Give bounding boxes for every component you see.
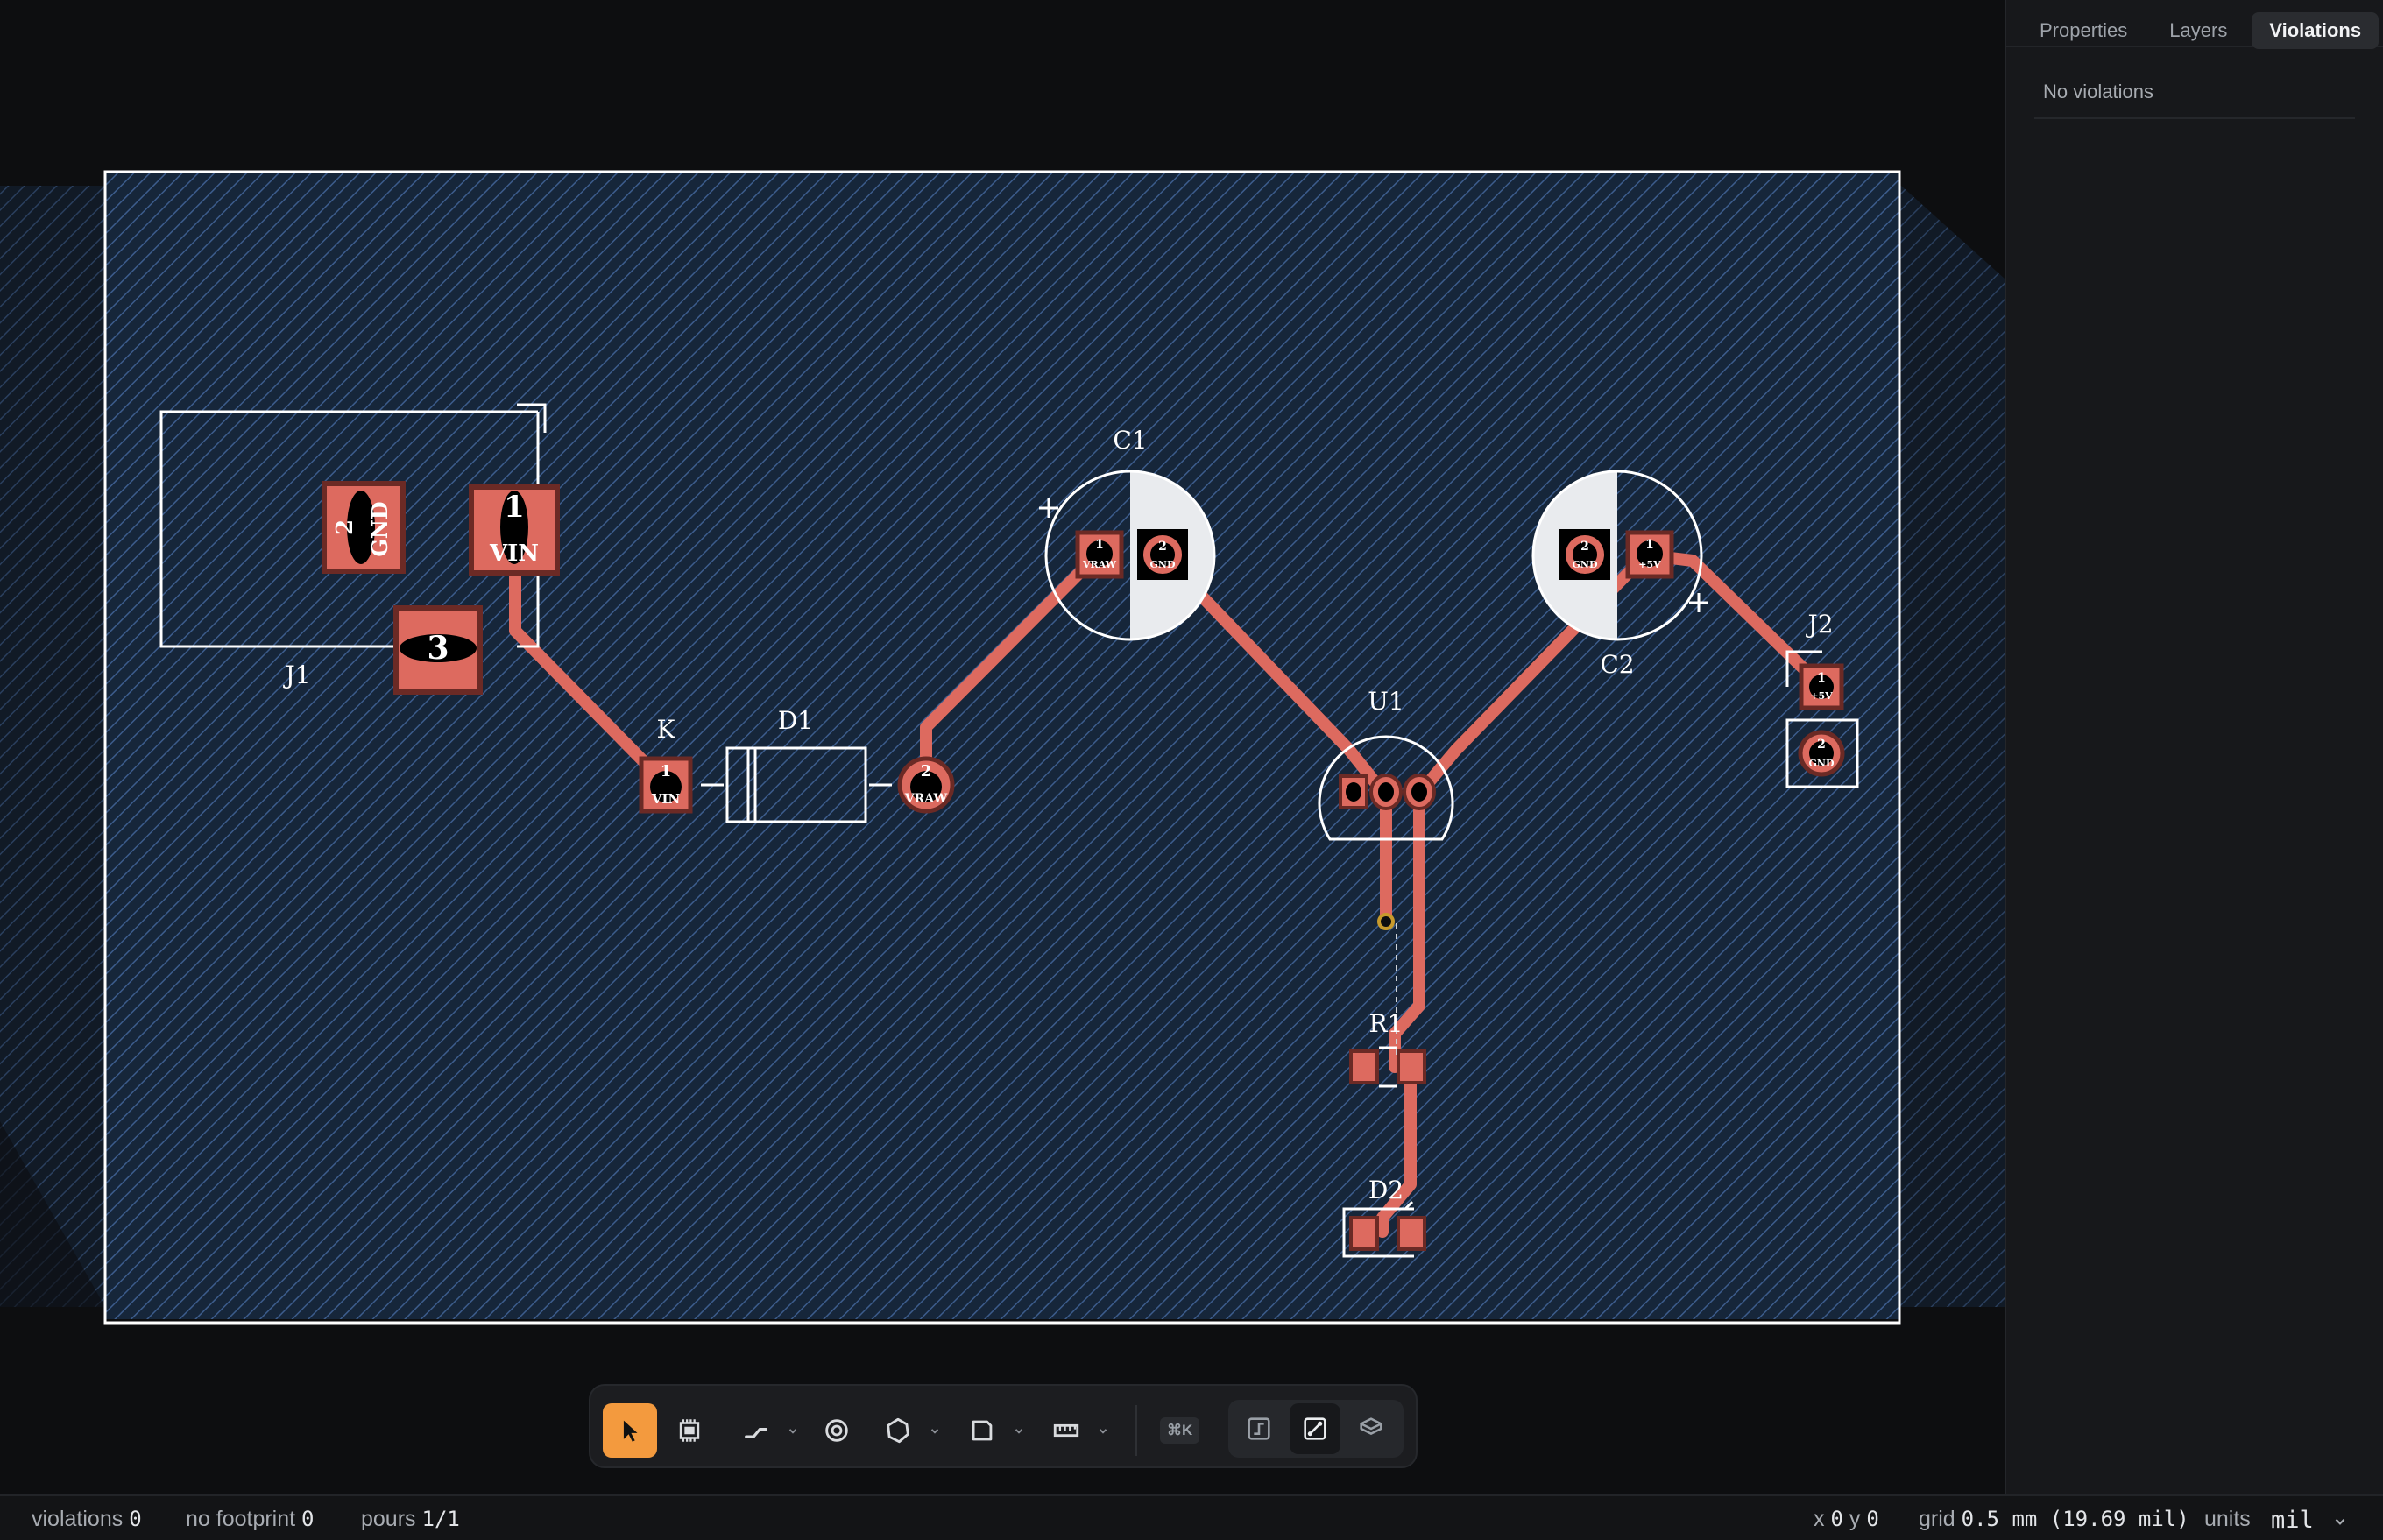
- status-bar: violations 0 no footprint 0 pours 1/1 x …: [0, 1494, 2383, 1540]
- svg-text:1: 1: [1817, 671, 1826, 685]
- svg-text:+5V: +5V: [1810, 690, 1833, 702]
- route-icon: [745, 1428, 767, 1438]
- via-icon: [825, 1419, 848, 1442]
- toolbar-divider: [1135, 1405, 1137, 1456]
- d1-pad-2[interactable]: 2 VRAW: [897, 756, 955, 814]
- c2-pad-2[interactable]: 2 GND: [1559, 529, 1610, 580]
- c2-pad-1[interactable]: 1 +5V: [1625, 530, 1674, 579]
- r1-label: R1: [1369, 1009, 1404, 1038]
- chevron-down-icon: [788, 1429, 797, 1434]
- svg-text:1: 1: [1095, 538, 1104, 552]
- panel-tabs: Properties Layers Violations: [2006, 0, 2383, 49]
- chip-icon: [679, 1419, 700, 1442]
- ruler-icon: [1053, 1423, 1079, 1438]
- k-label: K: [657, 715, 676, 744]
- footprint-tool-button[interactable]: [662, 1403, 717, 1458]
- svg-text:2: 2: [1580, 540, 1589, 554]
- pours-status[interactable]: pours 1/1: [361, 1507, 460, 1532]
- pcb-canvas[interactable]: J1 2 GND 1 VIN 3 K 1 VIN D1 2 VRAW C1 1 …: [0, 0, 2005, 1494]
- j1-pad-3[interactable]: 3: [393, 605, 483, 695]
- side-panel: Properties Layers Violations No violatio…: [2005, 0, 2383, 1494]
- j1-label: J1: [282, 661, 310, 689]
- pour-tool-button[interactable]: [871, 1403, 925, 1458]
- tool-palette: ⌘K: [589, 1384, 1418, 1468]
- schematic-view-button[interactable]: [1234, 1403, 1284, 1454]
- via-tool-button[interactable]: [810, 1403, 864, 1458]
- cursor-coordinates: x 0 y 0: [1814, 1507, 1879, 1531]
- svg-text:GND: GND: [367, 501, 392, 556]
- copper-pour: [105, 173, 1899, 1319]
- c1-pad-1[interactable]: 1 VRAW: [1075, 530, 1124, 579]
- svg-text:2: 2: [921, 762, 932, 781]
- j2-pad-1[interactable]: 1 +5V: [1799, 663, 1844, 710]
- svg-text:2: 2: [1817, 738, 1826, 752]
- svg-text:GND: GND: [1150, 559, 1176, 570]
- tab-properties[interactable]: Properties: [2022, 12, 2145, 49]
- chevron-down-icon: [1099, 1429, 1107, 1434]
- j2-label: J2: [1805, 610, 1833, 639]
- svg-text:3: 3: [427, 630, 449, 667]
- svg-text:VIN: VIN: [651, 791, 681, 807]
- svg-text:VRAW: VRAW: [904, 792, 948, 806]
- outline-icon: [972, 1420, 993, 1441]
- board-outline-tool-button[interactable]: [955, 1403, 1009, 1458]
- schematic-icon: [1248, 1417, 1270, 1440]
- violations-empty-message: No violations: [2034, 74, 2355, 119]
- polygon-icon: [887, 1417, 909, 1444]
- pcb-icon: [1304, 1417, 1326, 1440]
- board-outline-tool-dropdown[interactable]: [1011, 1417, 1027, 1444]
- tab-violations[interactable]: Violations: [2252, 12, 2379, 49]
- svg-text:1: 1: [661, 762, 672, 781]
- c1-pad-2[interactable]: 2 GND: [1137, 529, 1188, 580]
- measure-tool-button[interactable]: [1039, 1403, 1093, 1458]
- board-view[interactable]: J1 2 GND 1 VIN 3 K 1 VIN D1 2 VRAW C1 1 …: [0, 0, 2005, 1494]
- route-tool-button[interactable]: [729, 1403, 783, 1458]
- svg-text:2: 2: [332, 519, 358, 535]
- violations-status[interactable]: violations 0: [32, 1507, 142, 1532]
- svg-text:1: 1: [1645, 538, 1654, 552]
- svg-text:1: 1: [504, 490, 525, 525]
- cursor-icon: [623, 1420, 638, 1442]
- c1-label: C1: [1113, 426, 1147, 455]
- pcb-view-button[interactable]: [1290, 1403, 1340, 1454]
- k-pad-1[interactable]: 1 VIN: [639, 756, 693, 814]
- j1-pad-1[interactable]: 1 VIN: [469, 484, 560, 576]
- 3d-view-button[interactable]: [1346, 1403, 1397, 1454]
- tab-layers[interactable]: Layers: [2152, 12, 2245, 49]
- svg-text:VIN: VIN: [489, 540, 539, 567]
- chevron-down-icon: [930, 1429, 939, 1434]
- units-label: units: [2204, 1507, 2251, 1531]
- svg-text:GND: GND: [1809, 758, 1835, 769]
- view-mode-switcher: [1228, 1400, 1404, 1458]
- via[interactable]: [1377, 913, 1395, 930]
- no-footprint-status[interactable]: no footprint 0: [186, 1507, 315, 1532]
- command-palette-button[interactable]: ⌘K: [1160, 1417, 1200, 1444]
- j2-pad-2[interactable]: 2 GND: [1798, 730, 1845, 777]
- u1-label: U1: [1368, 687, 1404, 716]
- violations-list: No violations: [2006, 47, 2383, 119]
- svg-text:2: 2: [1158, 540, 1167, 554]
- svg-text:VRAW: VRAW: [1082, 559, 1117, 570]
- d2-label: D2: [1368, 1176, 1404, 1204]
- chevron-down-icon: [1015, 1429, 1023, 1434]
- units-select[interactable]: mil: [2271, 1507, 2348, 1534]
- j1-pad-2[interactable]: 2 GND: [322, 481, 406, 574]
- d1-label: D1: [778, 706, 813, 735]
- chevron-down-icon: [2335, 1519, 2345, 1526]
- svg-text:+5V: +5V: [1638, 559, 1661, 570]
- cube-icon: [1360, 1417, 1382, 1435]
- pour-tool-dropdown[interactable]: [927, 1417, 943, 1444]
- svg-text:GND: GND: [1573, 559, 1598, 570]
- route-tool-dropdown[interactable]: [785, 1417, 801, 1444]
- grid-status[interactable]: grid 0.5 mm (19.69 mil): [1919, 1507, 2189, 1532]
- measure-tool-dropdown[interactable]: [1095, 1417, 1111, 1444]
- c2-label: C2: [1600, 650, 1634, 679]
- select-tool-button[interactable]: [603, 1403, 657, 1458]
- u1-pads[interactable]: [1339, 774, 1436, 810]
